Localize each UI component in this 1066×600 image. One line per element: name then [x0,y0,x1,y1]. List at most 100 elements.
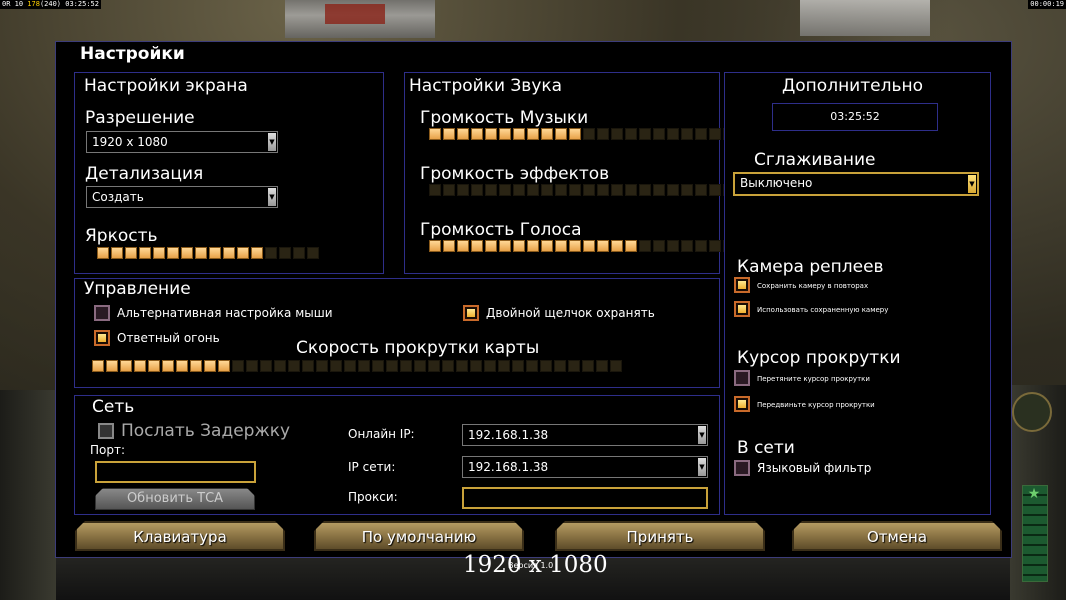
slider-segment[interactable] [470,360,482,372]
slider-segment[interactable] [512,360,524,372]
slider-segment[interactable] [498,360,510,372]
slider-segment[interactable] [527,184,539,196]
slider-segment[interactable] [709,240,721,252]
slider-segment[interactable] [485,184,497,196]
slider-segment[interactable] [555,184,567,196]
slider-segment[interactable] [260,360,272,372]
drag-cursor-checkbox[interactable] [734,370,750,386]
slider-segment[interactable] [639,240,651,252]
slider-segment[interactable] [457,240,469,252]
slider-segment[interactable] [653,128,665,140]
slider-segment[interactable] [386,360,398,372]
dropdown-arrow-icon[interactable]: ▼ [968,175,976,193]
slider-segment[interactable] [125,247,137,259]
dropdown-arrow-icon[interactable]: ▼ [268,133,276,151]
slider-segment[interactable] [400,360,412,372]
use-saved-camera-checkbox[interactable] [734,301,750,317]
online-ip-select[interactable]: 192.168.1.38 ▼ [462,424,708,446]
slider-segment[interactable] [597,128,609,140]
move-cursor-checkbox[interactable] [734,396,750,412]
slider-segment[interactable] [555,128,567,140]
brightness-slider[interactable] [97,247,319,259]
slider-segment[interactable] [209,247,221,259]
slider-segment[interactable] [499,184,511,196]
effects-volume-slider[interactable] [429,184,735,196]
slider-segment[interactable] [681,184,693,196]
slider-segment[interactable] [513,184,525,196]
slider-segment[interactable] [344,360,356,372]
port-input[interactable] [95,461,256,483]
antialias-select[interactable]: Выключено ▼ [733,172,979,196]
slider-segment[interactable] [442,360,454,372]
slider-segment[interactable] [162,360,174,372]
slider-segment[interactable] [653,240,665,252]
slider-segment[interactable] [485,128,497,140]
language-filter-checkbox[interactable] [734,460,750,476]
slider-segment[interactable] [274,360,286,372]
slider-segment[interactable] [695,240,707,252]
slider-segment[interactable] [167,247,179,259]
slider-segment[interactable] [111,247,123,259]
slider-segment[interactable] [610,360,622,372]
slider-segment[interactable] [288,360,300,372]
slider-segment[interactable] [541,184,553,196]
slider-segment[interactable] [527,128,539,140]
slider-segment[interactable] [596,360,608,372]
slider-segment[interactable] [695,128,707,140]
slider-segment[interactable] [429,128,441,140]
slider-segment[interactable] [92,360,104,372]
slider-segment[interactable] [583,184,595,196]
double-click-checkbox[interactable] [463,305,479,321]
keyboard-button[interactable]: Клавиатура [75,521,285,551]
slider-segment[interactable] [414,360,426,372]
slider-segment[interactable] [237,247,249,259]
slider-segment[interactable] [443,184,455,196]
slider-segment[interactable] [218,360,230,372]
slider-segment[interactable] [597,184,609,196]
detail-select[interactable]: Создать ▼ [86,186,278,208]
slider-segment[interactable] [582,360,594,372]
network-ip-select[interactable]: 192.168.1.38 ▼ [462,456,708,478]
slider-segment[interactable] [204,360,216,372]
slider-segment[interactable] [457,184,469,196]
slider-segment[interactable] [293,247,305,259]
slider-segment[interactable] [540,360,552,372]
slider-segment[interactable] [139,247,151,259]
slider-segment[interactable] [681,240,693,252]
alt-mouse-checkbox[interactable] [94,305,110,321]
slider-segment[interactable] [583,128,595,140]
slider-segment[interactable] [265,247,277,259]
default-button[interactable]: По умолчанию [314,521,524,551]
slider-segment[interactable] [541,240,553,252]
slider-segment[interactable] [597,240,609,252]
slider-segment[interactable] [611,128,623,140]
slider-segment[interactable] [625,128,637,140]
voice-volume-slider[interactable] [429,240,735,252]
slider-segment[interactable] [513,128,525,140]
return-fire-checkbox[interactable] [94,330,110,346]
radar-icon[interactable] [1012,392,1052,432]
slider-segment[interactable] [695,184,707,196]
slider-segment[interactable] [358,360,370,372]
slider-segment[interactable] [246,360,258,372]
slider-segment[interactable] [232,360,244,372]
slider-segment[interactable] [443,240,455,252]
slider-segment[interactable] [443,128,455,140]
slider-segment[interactable] [307,247,319,259]
slider-segment[interactable] [639,184,651,196]
save-camera-checkbox[interactable] [734,277,750,293]
slider-segment[interactable] [527,240,539,252]
slider-segment[interactable] [471,240,483,252]
dropdown-arrow-icon[interactable]: ▼ [698,426,706,444]
slider-segment[interactable] [471,184,483,196]
dropdown-arrow-icon[interactable]: ▼ [268,188,276,206]
slider-segment[interactable] [456,360,468,372]
send-delay-checkbox[interactable] [98,423,114,439]
slider-segment[interactable] [372,360,384,372]
slider-segment[interactable] [457,128,469,140]
slider-segment[interactable] [429,184,441,196]
slider-segment[interactable] [153,247,165,259]
slider-segment[interactable] [709,128,721,140]
update-tca-button[interactable]: Обновить ТСА [95,488,255,510]
slider-segment[interactable] [316,360,328,372]
